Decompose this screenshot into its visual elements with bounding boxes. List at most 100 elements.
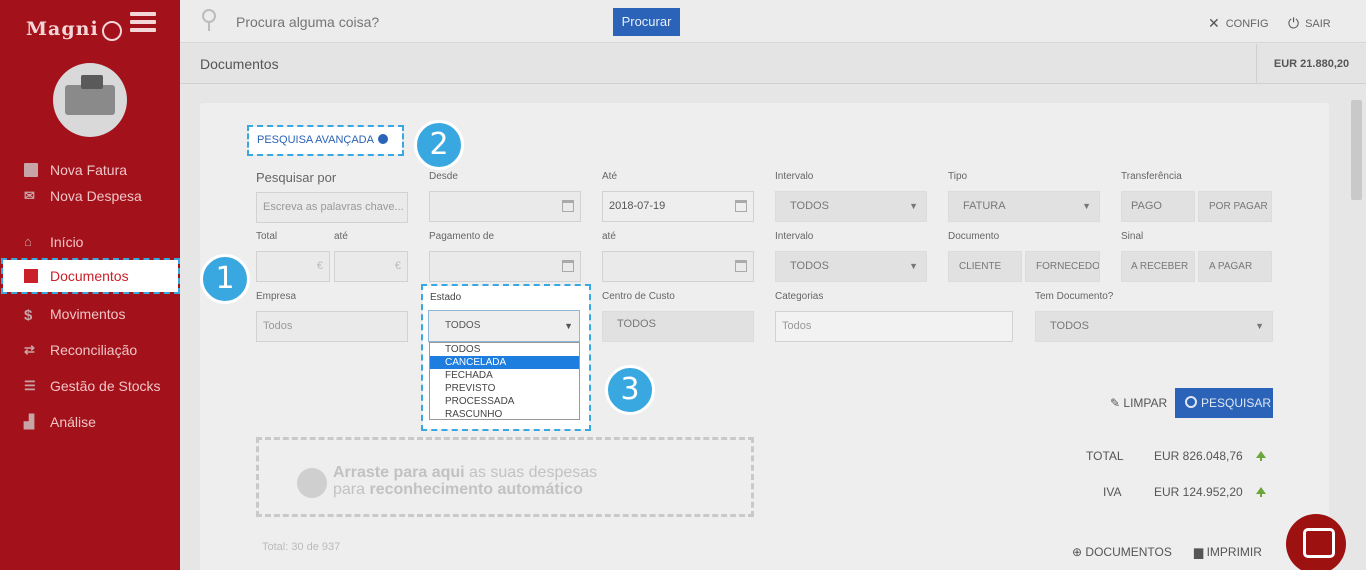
advanced-search-toggle[interactable]: PESQUISA AVANÇADA <box>247 125 404 156</box>
total-max-input[interactable]: € <box>334 251 408 282</box>
drop-line1-bold: Arraste para aqui <box>333 464 465 481</box>
top-bar: Procurar ✕ CONFIG ⏻ SAIR <box>180 0 1366 43</box>
ate-date-value: 2018-07-19 <box>609 200 666 212</box>
documento-cliente-button[interactable]: CLIENTE <box>948 251 1022 282</box>
pagamento-ate-label: até <box>602 231 616 242</box>
total-label: Total <box>256 231 278 242</box>
calendar-icon[interactable] <box>735 200 747 212</box>
documento-label: Documento <box>948 231 1000 242</box>
tem-documento-value: TODOS <box>1050 320 1089 332</box>
limpar-label: LIMPAR <box>1123 396 1168 410</box>
limpar-button[interactable]: ✎ LIMPAR <box>1110 396 1167 410</box>
total-value: EUR 826.048,76 <box>1154 449 1243 463</box>
account-balance: EUR 21.880,20 <box>1256 44 1366 84</box>
sinal-a-pagar-button[interactable]: A PAGAR <box>1198 251 1272 282</box>
imprimir-label: IMPRIMIR <box>1206 545 1262 559</box>
step-badge-1: 1 <box>200 254 250 304</box>
breadcrumb: Documentos EUR 21.880,20 <box>180 44 1366 84</box>
logo-tree-icon <box>102 21 122 41</box>
calendar-icon[interactable] <box>562 260 574 272</box>
caret-down-icon: ▼ <box>564 321 573 331</box>
chat-widget-icon[interactable] <box>1286 514 1346 570</box>
pagamento-de-input[interactable] <box>429 251 581 282</box>
centro-custo-select[interactable]: TODOS <box>602 311 754 342</box>
logout-label: SAIR <box>1305 17 1331 30</box>
drop-zone-text: Arraste para aqui as suas despesas para … <box>333 464 597 498</box>
sidebar-item-nova-despesa[interactable]: ✉ Nova Despesa <box>0 183 180 209</box>
tipo-value: FATURA <box>963 200 1006 212</box>
printer-icon: ▆ <box>1194 545 1204 559</box>
tem-documento-select[interactable]: TODOS ▼ <box>1035 311 1273 342</box>
documentos-button[interactable]: ⊕ DOCUMENTOS <box>1072 545 1172 559</box>
eraser-icon: ✎ <box>1110 396 1121 410</box>
menu-toggle-icon[interactable] <box>130 12 156 32</box>
scrollbar[interactable] <box>1351 100 1362 200</box>
results-count: Total: 30 de 937 <box>262 541 341 553</box>
ate-date-input[interactable]: 2018-07-19 <box>602 191 754 222</box>
empresa-input[interactable]: Todos <box>256 311 408 342</box>
desde-date-input[interactable] <box>429 191 581 222</box>
intervalo2-value: TODOS <box>790 260 829 272</box>
sidebar-item-nova-fatura[interactable]: Nova Fatura <box>0 157 180 183</box>
drop-line2-start: para <box>333 481 370 498</box>
estado-option-processada[interactable]: PROCESSADA <box>430 395 579 408</box>
caret-down-icon: ▼ <box>909 261 918 271</box>
search-button[interactable]: Procurar <box>613 8 680 36</box>
sidebar-item-label: Movimentos <box>50 306 126 322</box>
envelope-icon: ✉ <box>24 188 35 203</box>
sidebar-item-label: Início <box>50 234 84 250</box>
pagamento-ate-input[interactable] <box>602 251 754 282</box>
estado-option-fechada[interactable]: FECHADA <box>430 369 579 382</box>
drop-zone[interactable]: Arraste para aqui as suas despesas para … <box>256 437 754 517</box>
tipo-select[interactable]: FATURA ▼ <box>948 191 1100 222</box>
arrow-up-icon <box>1256 451 1266 461</box>
documentos-label: DOCUMENTOS <box>1085 545 1172 559</box>
transferencia-pago-button[interactable]: PAGO <box>1121 191 1195 222</box>
documento-fornecedor-button[interactable]: FORNECEDOR <box>1025 251 1100 282</box>
logout-button[interactable]: ⏻ SAIR <box>1288 15 1331 32</box>
total-min-input[interactable]: € <box>256 251 330 282</box>
config-button[interactable]: ✕ CONFIG <box>1208 15 1269 32</box>
logo-text: Magni <box>26 18 99 40</box>
total-ate-label: até <box>334 231 348 242</box>
sidebar-item-analise[interactable]: ▟ Análise <box>0 409 180 435</box>
keywords-input[interactable]: Escreva as palavras chave... <box>256 192 408 223</box>
pesquisar-button[interactable]: PESQUISAR <box>1175 388 1273 418</box>
intervalo2-select[interactable]: TODOS ▼ <box>775 251 927 282</box>
estado-option-todos[interactable]: TODOS <box>430 343 579 356</box>
sinal-a-receber-button[interactable]: A RECEBER <box>1121 251 1195 282</box>
sidebar-item-documentos[interactable]: Documentos <box>1 258 180 294</box>
categorias-label: Categorias <box>775 291 824 302</box>
home-icon: ⌂ <box>24 234 32 249</box>
drop-line1-rest: as suas despesas <box>464 464 598 481</box>
sidebar-item-label: Nova Despesa <box>50 188 142 204</box>
iva-label: IVA <box>1103 485 1122 499</box>
intervalo-label: Intervalo <box>775 171 814 182</box>
imprimir-button[interactable]: ▆ IMPRIMIR <box>1194 545 1262 559</box>
avatar[interactable] <box>53 63 127 137</box>
app-logo[interactable]: Magni <box>26 18 122 41</box>
transferencia-por-pagar-button[interactable]: POR PAGAR <box>1198 191 1272 222</box>
sidebar-item-movimentos[interactable]: $ Movimentos <box>0 301 180 327</box>
estado-option-cancelada[interactable]: CANCELADA <box>430 356 579 369</box>
estado-option-previsto[interactable]: PREVISTO <box>430 382 579 395</box>
sidebar-item-reconciliacao[interactable]: ⇄ Reconciliação <box>0 337 180 363</box>
sidebar-item-label: Nova Fatura <box>50 162 128 178</box>
estado-select[interactable]: TODOS ▼ <box>428 310 580 342</box>
page-title: Documentos <box>200 56 279 72</box>
search-input[interactable] <box>236 14 536 30</box>
euro-icon: € <box>394 260 401 272</box>
calendar-icon[interactable] <box>735 260 747 272</box>
categorias-input[interactable]: Todos <box>775 311 1013 342</box>
sidebar-item-gestao-stocks[interactable]: ☰ Gestão de Stocks <box>0 373 180 399</box>
desde-label: Desde <box>429 171 458 182</box>
estado-option-rascunho[interactable]: RASCUNHO <box>430 408 579 421</box>
cash-register-display <box>81 75 103 89</box>
caret-down-icon: ▼ <box>909 201 918 211</box>
calendar-icon[interactable] <box>562 200 574 212</box>
intervalo-select[interactable]: TODOS ▼ <box>775 191 927 222</box>
sidebar-item-inicio[interactable]: ⌂ Início <box>0 229 180 255</box>
intervalo-value: TODOS <box>790 200 829 212</box>
sidebar-item-label: Gestão de Stocks <box>50 378 161 394</box>
shuffle-icon: ⇄ <box>24 342 35 357</box>
